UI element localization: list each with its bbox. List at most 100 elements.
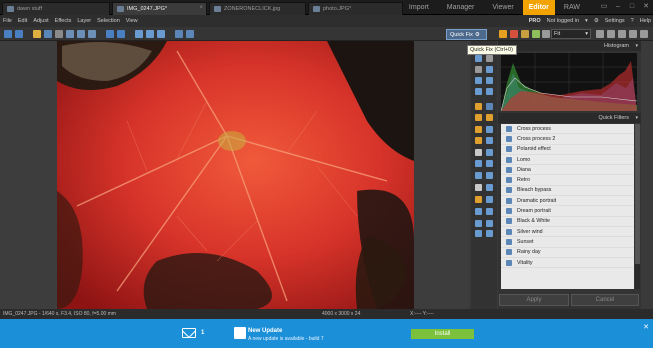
mode-viewer[interactable]: Viewer <box>483 0 522 15</box>
polygon-icon[interactable] <box>486 172 493 179</box>
frame-icon[interactable] <box>475 208 482 215</box>
paste-icon[interactable] <box>77 30 85 38</box>
select-icon[interactable] <box>486 66 493 73</box>
menu-icon[interactable] <box>640 30 648 38</box>
maximize-icon[interactable]: □ <box>627 2 637 11</box>
menu-effects[interactable]: Effects <box>55 18 72 24</box>
zoom-icon[interactable] <box>542 30 550 38</box>
install-button[interactable]: Install <box>411 329 474 339</box>
filter-item-black-white[interactable]: Black & White <box>501 217 634 227</box>
crop-icon[interactable] <box>475 55 482 62</box>
levels-icon[interactable] <box>486 103 493 110</box>
color-icon[interactable] <box>532 30 540 38</box>
flip-icon[interactable] <box>157 30 165 38</box>
fullscreen-icon[interactable] <box>186 30 194 38</box>
rotate-left-icon[interactable] <box>135 30 143 38</box>
mask-icon[interactable] <box>486 230 493 237</box>
layer-icon[interactable] <box>475 230 482 237</box>
tab-dawn-stuff[interactable]: dawn stuff <box>2 2 110 15</box>
menu-file[interactable]: File <box>3 18 12 24</box>
forward-icon[interactable] <box>15 30 23 38</box>
exposure-icon[interactable] <box>475 103 482 110</box>
chevron-down-icon[interactable]: ▾ <box>585 18 588 24</box>
marquee-icon[interactable] <box>486 160 493 167</box>
rotate-right-icon[interactable] <box>146 30 154 38</box>
duplicate-icon[interactable] <box>88 30 96 38</box>
minimize-icon[interactable]: – <box>613 2 623 11</box>
effects-icon[interactable] <box>510 30 518 38</box>
filters-scrollbar[interactable] <box>635 124 640 289</box>
canvas-icon[interactable] <box>486 88 493 95</box>
undo-icon[interactable] <box>106 30 114 38</box>
filter-item-dream-portrait[interactable]: Dream portrait <box>501 206 634 217</box>
eraser-icon[interactable] <box>486 126 493 133</box>
mode-manager[interactable]: Manager <box>438 0 484 15</box>
shape-icon[interactable] <box>486 184 493 191</box>
filter-item-cross-process-2[interactable]: Cross process 2 <box>501 134 634 145</box>
line-icon[interactable] <box>475 184 482 191</box>
panel-icon[interactable] <box>629 30 637 38</box>
scrollbar-thumb[interactable] <box>635 124 640 264</box>
mode-editor[interactable]: Editor <box>522 0 555 15</box>
lasso-icon[interactable] <box>475 160 482 167</box>
filter-item-diana[interactable]: Diana <box>501 165 634 176</box>
zoom-100-icon[interactable] <box>607 30 615 38</box>
quick-fix-button[interactable]: Quick Fix ⚙ <box>446 29 487 40</box>
filter-item-bleach-bypass[interactable]: Bleach bypass <box>501 186 634 197</box>
filter-item-lomo[interactable]: Lomo <box>501 155 634 166</box>
watermark-icon[interactable] <box>486 196 493 203</box>
close-icon[interactable]: ✕ <box>643 323 649 331</box>
apply-button[interactable]: Apply <box>499 294 569 306</box>
compare-icon[interactable] <box>175 30 183 38</box>
text-icon[interactable] <box>475 196 482 203</box>
histogram-header[interactable]: Histogram ▾ <box>498 41 641 51</box>
menu-edit[interactable]: Edit <box>18 18 27 24</box>
back-icon[interactable] <box>4 30 12 38</box>
photo-canvas[interactable] <box>57 41 414 309</box>
tab-img-0247[interactable]: IMG_0247.JPG* × <box>112 2 207 15</box>
zoom-tool-icon[interactable] <box>486 55 493 62</box>
filter-item-silver-wind[interactable]: Silver wind <box>501 227 634 238</box>
open-folder-icon[interactable] <box>33 30 41 38</box>
quick-filters-header[interactable]: Quick Filters ▾ <box>498 113 641 123</box>
close-window-icon[interactable]: ✕ <box>641 2 651 11</box>
perspective-icon[interactable] <box>475 88 482 95</box>
brush-icon[interactable] <box>475 114 482 121</box>
print-icon[interactable] <box>55 30 63 38</box>
blur-icon[interactable] <box>486 149 493 156</box>
redeye-icon[interactable] <box>486 137 493 144</box>
mode-import[interactable]: Import <box>400 0 438 15</box>
wand-icon[interactable] <box>499 30 507 38</box>
menu-selection[interactable]: Selection <box>97 18 120 24</box>
save-icon[interactable] <box>44 30 52 38</box>
menu-view[interactable]: View <box>126 18 138 24</box>
gradient-icon[interactable] <box>486 208 493 215</box>
hand-icon[interactable] <box>475 66 482 73</box>
menu-layer[interactable]: Layer <box>77 18 91 24</box>
cancel-button[interactable]: Cancel <box>571 294 639 306</box>
filter-item-sunset[interactable]: Sunset <box>501 237 634 248</box>
adjust-icon[interactable] <box>521 30 529 38</box>
copy-icon[interactable] <box>66 30 74 38</box>
stamp-icon[interactable] <box>486 114 493 121</box>
smudge-icon[interactable] <box>475 149 482 156</box>
pencil-icon[interactable] <box>475 137 482 144</box>
filter-item-vitality[interactable]: Vitality <box>501 258 634 269</box>
filter-item-dramatic-portrait[interactable]: Dramatic portrait <box>501 196 634 207</box>
close-icon[interactable]: × <box>199 5 203 11</box>
resize-icon[interactable] <box>486 77 493 84</box>
filter-item-cross-process[interactable]: Cross process <box>501 124 634 135</box>
tab-photo[interactable]: photo.JPG* <box>308 2 403 15</box>
redo-icon[interactable] <box>117 30 125 38</box>
magic-select-icon[interactable] <box>475 172 482 179</box>
zoom-select[interactable]: Fit ▾ <box>551 29 591 39</box>
settings-link[interactable]: Settings <box>605 18 625 24</box>
filter-item-retro[interactable]: Retro <box>501 175 634 186</box>
layout-icon[interactable]: ▭ <box>599 2 609 11</box>
mode-raw[interactable]: RAW <box>555 0 589 15</box>
filter-item-rainy-day[interactable]: Rainy day <box>501 248 634 258</box>
filter-item-polaroid[interactable]: Polaroid effect <box>501 145 634 155</box>
level-icon[interactable] <box>475 77 482 84</box>
fill-icon[interactable] <box>475 220 482 227</box>
tab-zoneroneclick[interactable]: ZONERONECLICK.jpg <box>209 2 306 15</box>
